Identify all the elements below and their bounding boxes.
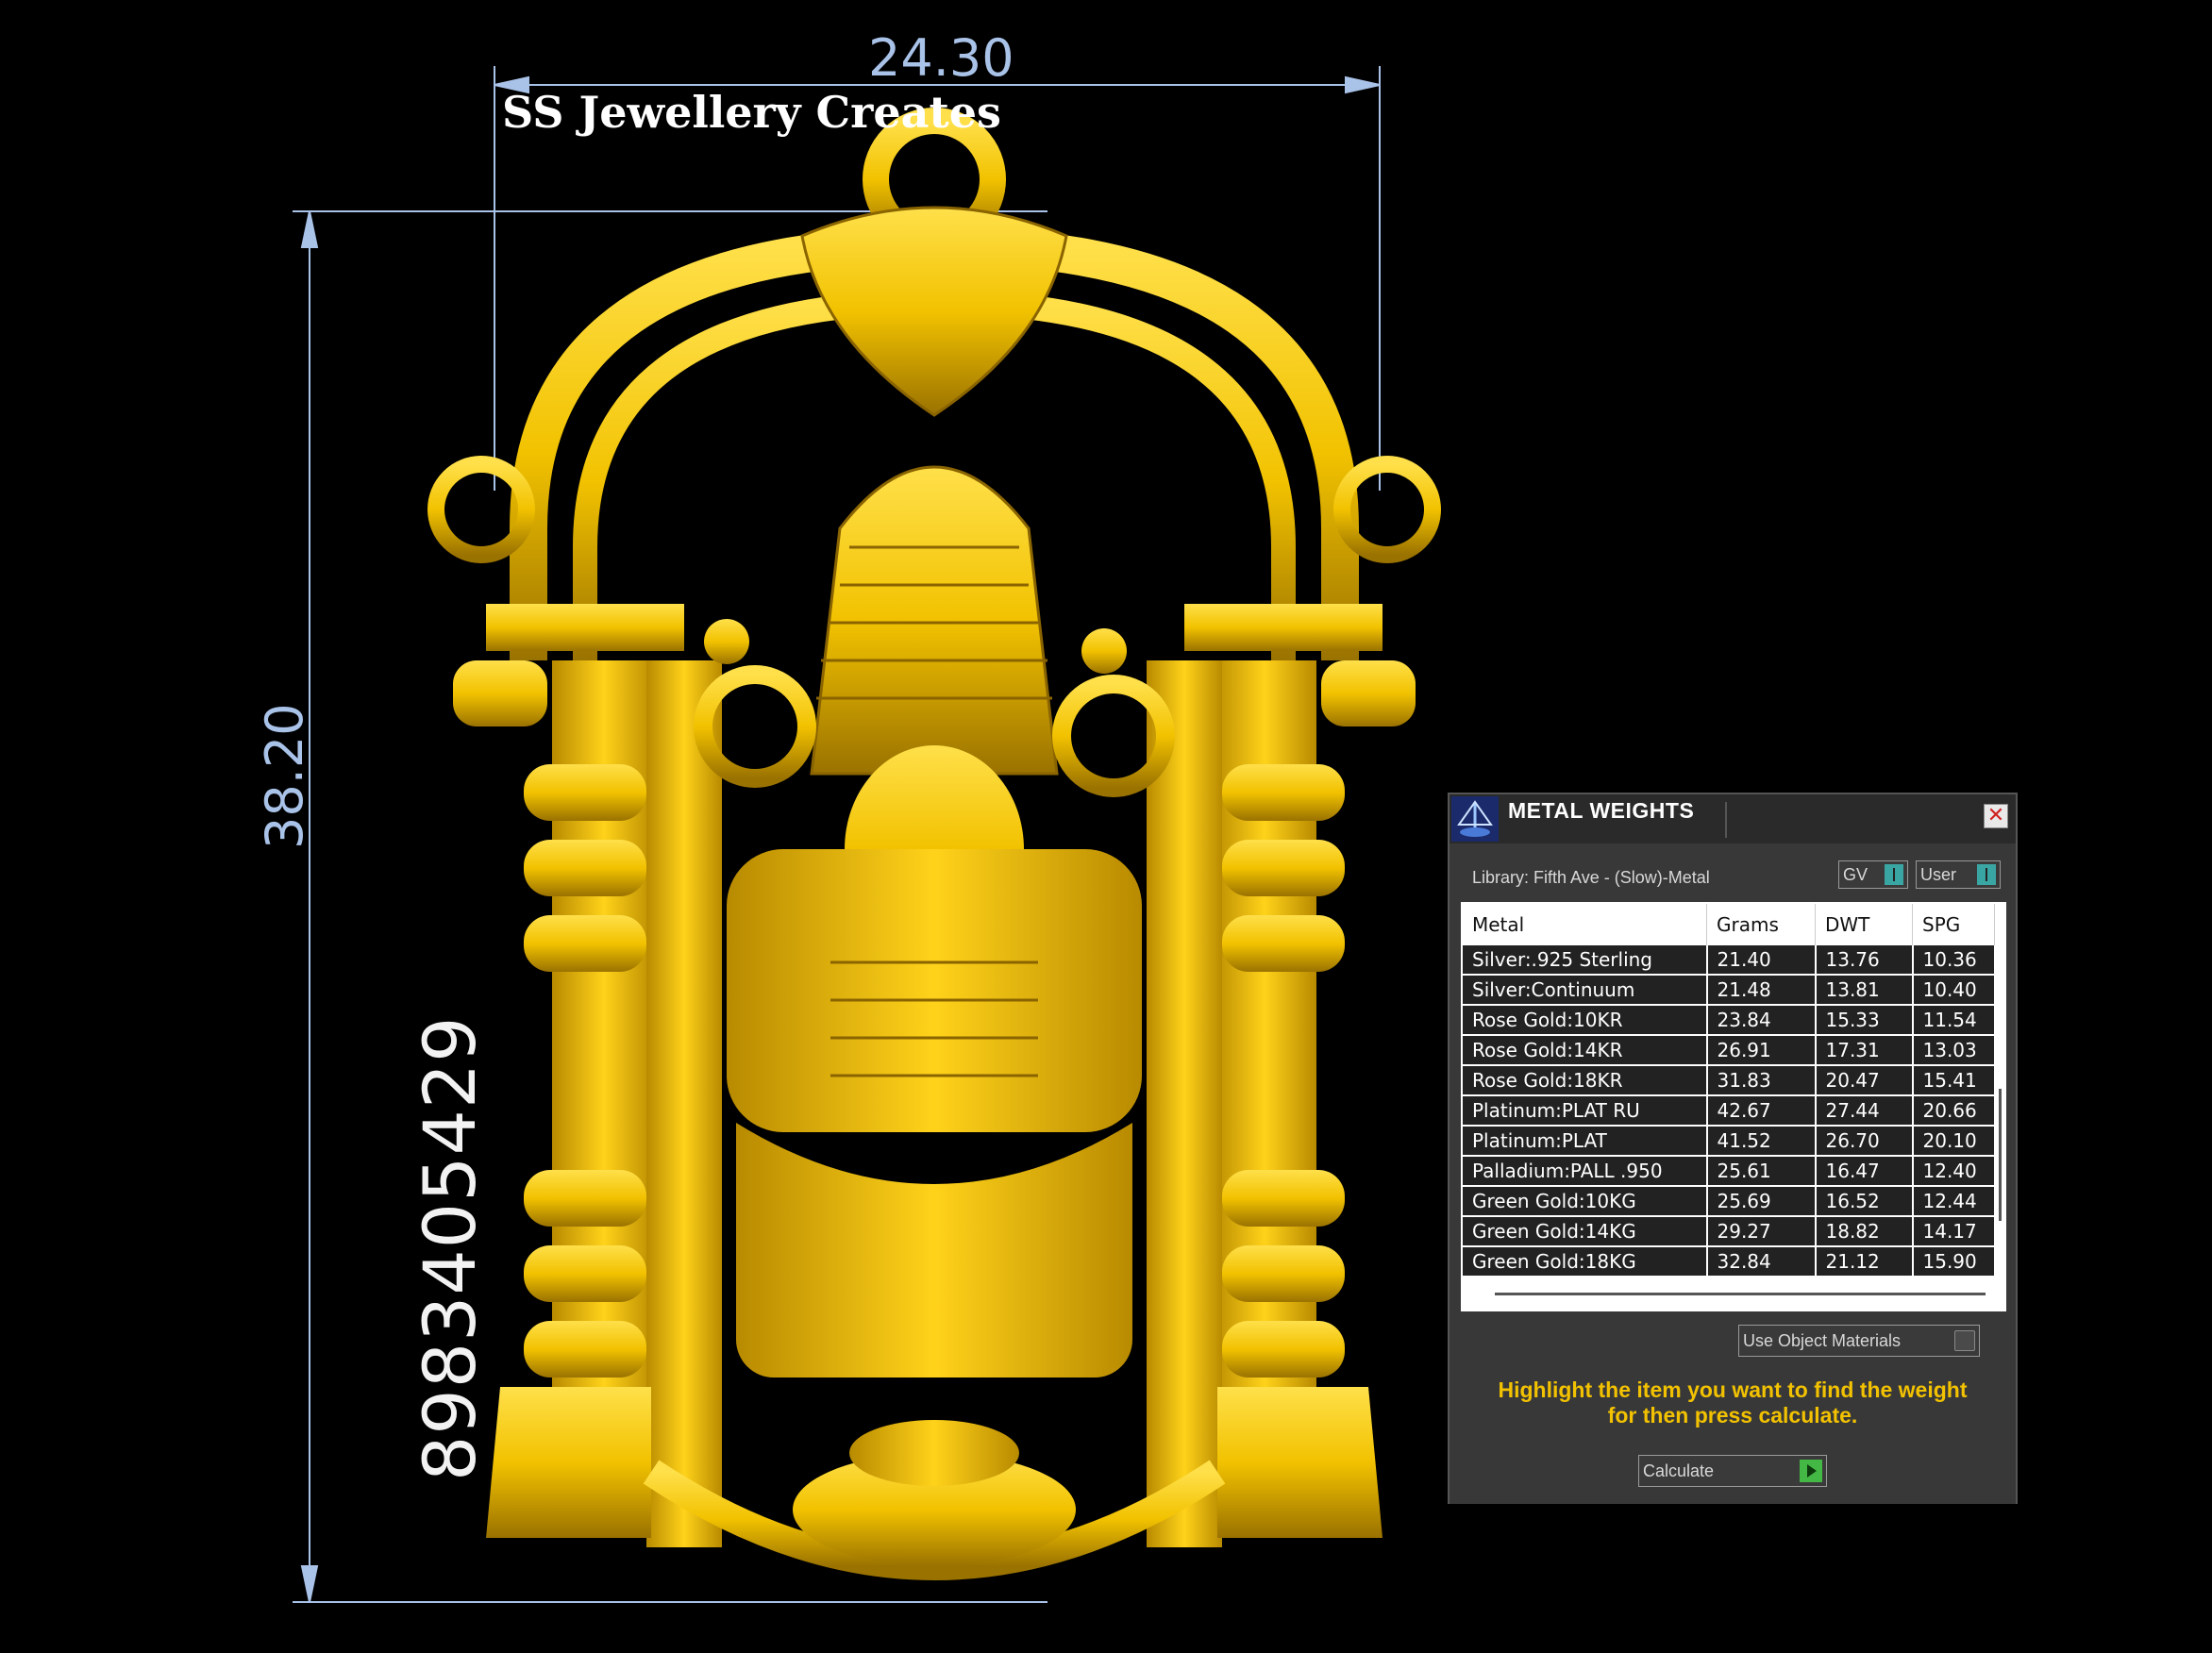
cell-spg: 12.40 [1912, 1156, 1996, 1187]
table-row[interactable]: Platinum:PLAT 41.52 26.70 20.10 [1463, 1126, 1996, 1157]
column-header-metal[interactable]: Metal [1463, 904, 1707, 945]
table-row[interactable]: Silver:.925 Sterling 21.40 13.76 10.36 [1463, 945, 1996, 976]
cell-grams: 26.91 [1706, 1035, 1817, 1066]
gv-toggle[interactable]: GV [1838, 860, 1908, 889]
table-row[interactable]: Green Gold:10KG 25.69 16.52 12.44 [1463, 1186, 1996, 1217]
cell-spg: 10.36 [1912, 945, 1996, 976]
title-separator [1725, 802, 1727, 838]
column-header-dwt[interactable]: DWT [1815, 904, 1913, 945]
use-object-materials-label: Use Object Materials [1743, 1331, 1902, 1350]
cell-spg: 11.54 [1912, 1005, 1996, 1036]
cell-spg: 12.44 [1912, 1186, 1996, 1217]
gv-toggle-label: GV [1843, 865, 1868, 884]
brand-watermark: SS Jewellery Creates [502, 87, 1001, 138]
instructions-line-1: Highlight the item you want to find the … [1498, 1378, 1968, 1402]
cell-spg: 14.17 [1912, 1216, 1996, 1247]
table-row[interactable]: Rose Gold:14KR 26.91 17.31 13.03 [1463, 1035, 1996, 1066]
table-row[interactable]: Green Gold:14KG 29.27 18.82 14.17 [1463, 1216, 1996, 1247]
cell-dwt: 18.82 [1815, 1216, 1914, 1247]
cell-spg: 15.41 [1912, 1065, 1996, 1096]
instructions-line-2: for then press calculate. [1607, 1403, 1858, 1428]
dimension-width-label: 24.30 [868, 28, 1014, 88]
cell-spg: 15.90 [1912, 1246, 1996, 1277]
cell-dwt: 26.70 [1815, 1126, 1914, 1157]
user-toggle-label: User [1920, 865, 1957, 884]
close-icon: ✕ [1986, 803, 2005, 826]
cell-spg: 13.03 [1912, 1035, 1996, 1066]
metal-weights-table[interactable]: Metal Grams DWT SPG Silver:.925 Sterling… [1461, 902, 2006, 1311]
table-header-row: Metal Grams DWT SPG [1463, 904, 1995, 945]
toggle-indicator-icon [1885, 864, 1903, 885]
cell-metal: Green Gold:18KG [1463, 1246, 1708, 1277]
library-label: Library: Fifth Ave - (Slow)-Metal [1472, 868, 1710, 887]
cell-dwt: 16.52 [1815, 1186, 1914, 1217]
panel-titlebar[interactable]: METAL WEIGHTS ✕ [1450, 794, 2016, 843]
scale-icon [1451, 796, 1499, 842]
column-header-spg[interactable]: SPG [1912, 904, 1995, 945]
panel-title: METAL WEIGHTS [1508, 798, 1695, 823]
cell-dwt: 15.33 [1815, 1005, 1914, 1036]
cell-dwt: 20.47 [1815, 1065, 1914, 1096]
cell-dwt: 13.76 [1815, 945, 1914, 976]
dropdown-icon [1954, 1330, 1975, 1351]
use-object-materials-dropdown[interactable]: Use Object Materials [1738, 1325, 1980, 1357]
cell-grams: 21.40 [1706, 945, 1817, 976]
cell-grams: 41.52 [1706, 1126, 1817, 1157]
cell-metal: Platinum:PLAT RU [1463, 1095, 1708, 1127]
toggle-indicator-icon [1977, 864, 1996, 885]
cell-metal: Rose Gold:10KR [1463, 1005, 1708, 1036]
cell-grams: 32.84 [1706, 1246, 1817, 1277]
cell-grams: 21.48 [1706, 975, 1817, 1006]
cell-metal: Rose Gold:14KR [1463, 1035, 1708, 1066]
cell-grams: 23.84 [1706, 1005, 1817, 1036]
cell-metal: Rose Gold:18KR [1463, 1065, 1708, 1096]
cell-dwt: 27.44 [1815, 1095, 1914, 1127]
metal-weights-panel[interactable]: METAL WEIGHTS ✕ Library: Fifth Ave - (Sl… [1448, 793, 2018, 1504]
cell-metal: Silver:.925 Sterling [1463, 945, 1708, 976]
user-toggle[interactable]: User [1916, 860, 2001, 889]
cell-dwt: 13.81 [1815, 975, 1914, 1006]
phone-number-text: 8983405429 [408, 1015, 492, 1481]
instructions-text: Highlight the item you want to find the … [1468, 1378, 1997, 1428]
cell-spg: 20.10 [1912, 1126, 1996, 1157]
cell-grams: 42.67 [1706, 1095, 1817, 1127]
cell-metal: Green Gold:14KG [1463, 1216, 1708, 1247]
calculate-button[interactable]: Calculate [1638, 1455, 1827, 1487]
close-button[interactable]: ✕ [1984, 803, 2008, 828]
cell-dwt: 16.47 [1815, 1156, 1914, 1187]
cell-dwt: 21.12 [1815, 1246, 1914, 1277]
table-row[interactable]: Green Gold:18KG 32.84 21.12 15.90 [1463, 1246, 1996, 1277]
play-icon [1800, 1460, 1822, 1482]
cell-grams: 29.27 [1706, 1216, 1817, 1247]
table-row[interactable]: Rose Gold:18KR 31.83 20.47 15.41 [1463, 1065, 1996, 1096]
cell-metal: Silver:Continuum [1463, 975, 1708, 1006]
table-row[interactable]: Rose Gold:10KR 23.84 15.33 11.54 [1463, 1005, 1996, 1036]
cell-spg: 10.40 [1912, 975, 1996, 1006]
cell-metal: Green Gold:10KG [1463, 1186, 1708, 1217]
calculate-label: Calculate [1643, 1461, 1715, 1480]
vertical-scrollbar[interactable] [1999, 1089, 2002, 1221]
cell-metal: Platinum:PLAT [1463, 1126, 1708, 1157]
cell-grams: 25.69 [1706, 1186, 1817, 1217]
cell-metal: Palladium:PALL .950 [1463, 1156, 1708, 1187]
table-row[interactable]: Palladium:PALL .950 25.61 16.47 12.40 [1463, 1156, 1996, 1187]
cell-grams: 25.61 [1706, 1156, 1817, 1187]
cell-grams: 31.83 [1706, 1065, 1817, 1096]
cell-dwt: 17.31 [1815, 1035, 1914, 1066]
cell-spg: 20.66 [1912, 1095, 1996, 1127]
horizontal-scrollbar[interactable] [1495, 1293, 1986, 1295]
table-row[interactable]: Silver:Continuum 21.48 13.81 10.40 [1463, 975, 1996, 1006]
table-row[interactable]: Platinum:PLAT RU 42.67 27.44 20.66 [1463, 1095, 1996, 1127]
dimension-height-label: 38.20 [255, 703, 314, 849]
column-header-grams[interactable]: Grams [1706, 904, 1816, 945]
